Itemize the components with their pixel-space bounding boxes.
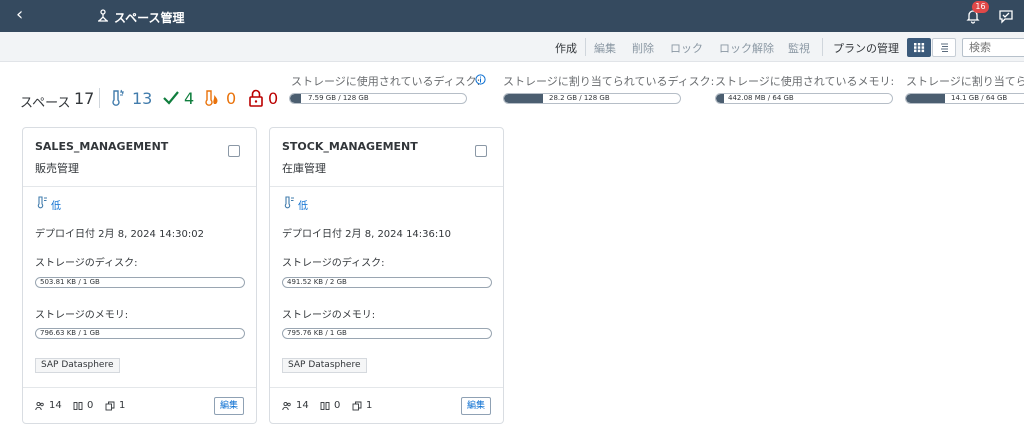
disk-assigned-meter: 28.2 GB / 128 GB [503,93,681,104]
info-icon[interactable] [475,74,486,85]
space-description: 在庫管理 [282,162,326,175]
connection-count: 0 [87,400,94,411]
copy-count: 1 [119,400,126,411]
card-divider [270,387,503,388]
memory-assigned-value: 14.1 GB / 64 GB [951,94,1008,102]
list-view-toggle[interactable] [932,38,956,57]
meter-fill [504,94,543,103]
memory-meter: 796.63 KB / 1 GB [35,328,245,339]
low-priority-count: 13 [132,89,153,108]
copy-icon [105,401,115,411]
disk-used-label: ストレージに使用されているディスク: [291,75,481,88]
disk-assigned-label: ストレージに割り当てられているディスク: [503,75,715,88]
grid-icon [914,43,925,53]
card-divider [23,186,256,187]
disk-label: ストレージのディスク: [35,258,138,269]
summary-separator [99,88,100,108]
disk-used-value: 7.59 GB / 128 GB [308,94,369,102]
feedback-icon[interactable] [998,8,1014,24]
edit-space-button[interactable]: 編集 [460,397,491,415]
space-name: STOCK_MANAGEMENT [282,140,418,153]
search-input[interactable] [962,38,1024,57]
hot-count: 0 [226,89,237,108]
users-icon [282,401,291,411]
memory-assigned-meter: 14.1 GB / 64 GB [905,93,1024,104]
card-divider [23,387,256,388]
spaces-label: スペース [20,96,71,111]
shell-bar: ‹ スペース管理 16 [0,0,1024,32]
spaces-count: 17 [74,89,95,108]
toolbar: 作成 編集 削除 ロック ロック解除 監視 プランの管理 [0,32,1024,62]
page-title: スペース管理 [114,11,185,25]
memory-used-label: ストレージに使用されているメモリ: [715,75,895,88]
toolbar-separator [822,38,823,56]
users-icon [35,401,44,411]
ok-count: 4 [184,89,195,108]
connection-count: 0 [334,400,341,411]
delete-button[interactable]: 削除 [632,40,654,56]
memory-label: ストレージのメモリ: [282,310,376,321]
priority-label: 低 [298,201,308,212]
space-card[interactable]: SALES_MANAGEMENT 販売管理 低 デプロイ日付 2月 8, 202… [22,127,257,424]
low-priority-thermometer-icon [284,196,294,209]
back-button[interactable]: ‹ [16,6,23,24]
deploy-date: デプロイ日付 2月 8, 2024 14:30:02 [35,229,204,240]
deploy-date: デプロイ日付 2月 8, 2024 14:36:10 [282,229,451,240]
memory-meter: 795.76 KB / 1 GB [282,328,492,339]
lock-icon [249,89,263,107]
disk-value: 491.52 KB / 2 GB [287,278,347,286]
space-icon [98,9,108,22]
product-tag: SAP Datasphere [35,358,120,373]
manage-plan-button[interactable]: プランの管理 [833,40,899,56]
disk-label: ストレージのディスク: [282,258,385,269]
user-count: 14 [296,400,309,411]
connections-icon [320,402,330,410]
summary-bar: スペース 17 13 4 0 0 ストレージに使用されているディスク: 7.59… [0,62,1024,126]
memory-label: ストレージのメモリ: [35,310,129,321]
toolbar-separator [585,38,586,56]
connections-icon [73,402,83,410]
edit-space-button[interactable]: 編集 [213,397,244,415]
copy-count: 1 [366,400,373,411]
notification-count-badge: 16 [972,1,989,13]
space-description: 販売管理 [35,162,79,175]
unlock-button[interactable]: ロック解除 [719,40,774,56]
card-divider [270,186,503,187]
select-checkbox[interactable] [475,145,487,157]
space-name: SALES_MANAGEMENT [35,140,169,153]
user-count: 14 [49,400,62,411]
edit-button[interactable]: 編集 [594,40,616,56]
create-button[interactable]: 作成 [555,40,577,56]
meter-fill [290,94,301,103]
memory-assigned-label: ストレージに割り当てられ [906,75,1024,88]
disk-assigned-value: 28.2 GB / 128 GB [549,94,610,102]
lock-button[interactable]: ロック [670,40,703,56]
disk-meter: 503.81 KB / 1 GB [35,277,245,288]
select-checkbox[interactable] [228,145,240,157]
product-tag: SAP Datasphere [282,358,367,373]
grid-view-toggle[interactable] [907,38,931,57]
disk-value: 503.81 KB / 1 GB [40,278,100,286]
copy-icon [352,401,362,411]
meter-fill [906,94,945,103]
space-card[interactable]: STOCK_MANAGEMENT 在庫管理 低 デプロイ日付 2月 8, 202… [269,127,504,424]
memory-value: 795.76 KB / 1 GB [287,329,347,337]
meter-fill [716,94,724,103]
low-priority-thermometer-icon [37,196,47,209]
disk-meter: 491.52 KB / 2 GB [282,277,492,288]
memory-value: 796.63 KB / 1 GB [40,329,100,337]
low-priority-thermometer-icon [112,89,124,106]
hot-thermometer-icon [205,90,218,106]
list-icon [941,43,948,52]
priority-label: 低 [51,201,61,212]
memory-used-meter: 442.08 MB / 64 GB [715,93,893,104]
monitor-button[interactable]: 監視 [788,40,810,56]
memory-used-value: 442.08 MB / 64 GB [728,94,794,102]
ok-check-icon [163,91,179,105]
locked-count: 0 [268,89,279,108]
disk-used-meter: 7.59 GB / 128 GB [289,93,467,104]
